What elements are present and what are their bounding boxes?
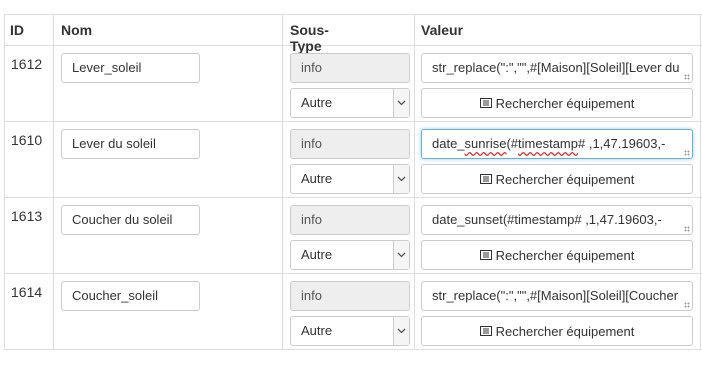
value-text: str_replace(":","",#[Maison][Soleil][Lev…	[432, 60, 680, 75]
header-sous-type: Sous-Type	[290, 22, 329, 54]
type-select-value: Autre	[301, 247, 333, 262]
type-select-value: Autre	[301, 95, 333, 110]
search-equipment-button[interactable]: Rechercher équipement	[421, 240, 693, 270]
chevron-down-icon	[393, 165, 409, 193]
subtype-field: info	[290, 205, 410, 235]
type-select[interactable]: Autre	[290, 316, 410, 346]
name-input[interactable]: Coucher_soleil	[61, 281, 200, 311]
value-textarea[interactable]: str_replace(":","",#[Maison][Soleil][Lev…	[421, 53, 693, 83]
chevron-down-icon	[393, 89, 409, 117]
button-label: Rechercher équipement	[495, 95, 635, 111]
header-nom: Nom	[61, 22, 93, 38]
name-input[interactable]: Lever_soleil	[61, 53, 200, 83]
table-border	[4, 121, 702, 122]
subtype-field: info	[290, 129, 410, 159]
type-select[interactable]: Autre	[290, 164, 410, 194]
table-border	[4, 349, 702, 350]
value-text: date_sunrise(#timestamp# ,1,47.19603,-	[432, 136, 666, 151]
value-text: date_sunset(#timestamp# ,1,47.19603,-	[432, 212, 662, 227]
header-valeur: Valeur	[421, 22, 464, 38]
name-input[interactable]: Coucher du soleil	[61, 205, 200, 235]
search-equipment-button[interactable]: Rechercher équipement	[421, 316, 693, 346]
resize-grip-icon[interactable]	[684, 302, 690, 308]
value-textarea[interactable]: str_replace(":","",#[Maison][Soleil][Cou…	[421, 281, 693, 311]
table-border	[4, 45, 702, 46]
resize-grip-icon[interactable]	[684, 74, 690, 80]
list-icon	[479, 96, 492, 111]
chevron-down-icon	[393, 241, 409, 269]
subtype-field: info	[290, 281, 410, 311]
value-textarea[interactable]: date_sunset(#timestamp# ,1,47.19603,-	[421, 205, 693, 235]
table-border	[4, 14, 702, 15]
table-border	[53, 14, 54, 350]
table-border	[700, 14, 701, 350]
search-equipment-button[interactable]: Rechercher équipement	[421, 88, 693, 118]
type-select-value: Autre	[301, 171, 333, 186]
name-input[interactable]: Lever du soleil	[61, 129, 200, 159]
type-select[interactable]: Autre	[290, 240, 410, 270]
table-border	[4, 14, 5, 350]
value-text: str_replace(":","",#[Maison][Soleil][Cou…	[432, 288, 679, 303]
value-textarea[interactable]: date_sunrise(#timestamp# ,1,47.19603,-	[421, 129, 693, 159]
button-label: Rechercher équipement	[495, 323, 635, 339]
list-icon	[479, 248, 492, 263]
type-select[interactable]: Autre	[290, 88, 410, 118]
resize-grip-icon[interactable]	[684, 150, 690, 156]
type-select-value: Autre	[301, 323, 333, 338]
row-id: 1613	[11, 208, 43, 224]
table-border	[4, 273, 702, 274]
table-border	[282, 14, 283, 350]
row-id: 1614	[11, 284, 43, 300]
row-id: 1610	[11, 132, 43, 148]
chevron-down-icon	[393, 317, 409, 345]
search-equipment-button[interactable]: Rechercher équipement	[421, 164, 693, 194]
table-border	[4, 197, 702, 198]
row-id: 1612	[11, 56, 43, 72]
list-icon	[479, 324, 492, 339]
button-label: Rechercher équipement	[495, 247, 635, 263]
header-id: ID	[10, 22, 24, 38]
table-border	[414, 14, 415, 350]
list-icon	[479, 172, 492, 187]
resize-grip-icon[interactable]	[684, 226, 690, 232]
subtype-field: info	[290, 53, 410, 83]
button-label: Rechercher équipement	[495, 171, 635, 187]
